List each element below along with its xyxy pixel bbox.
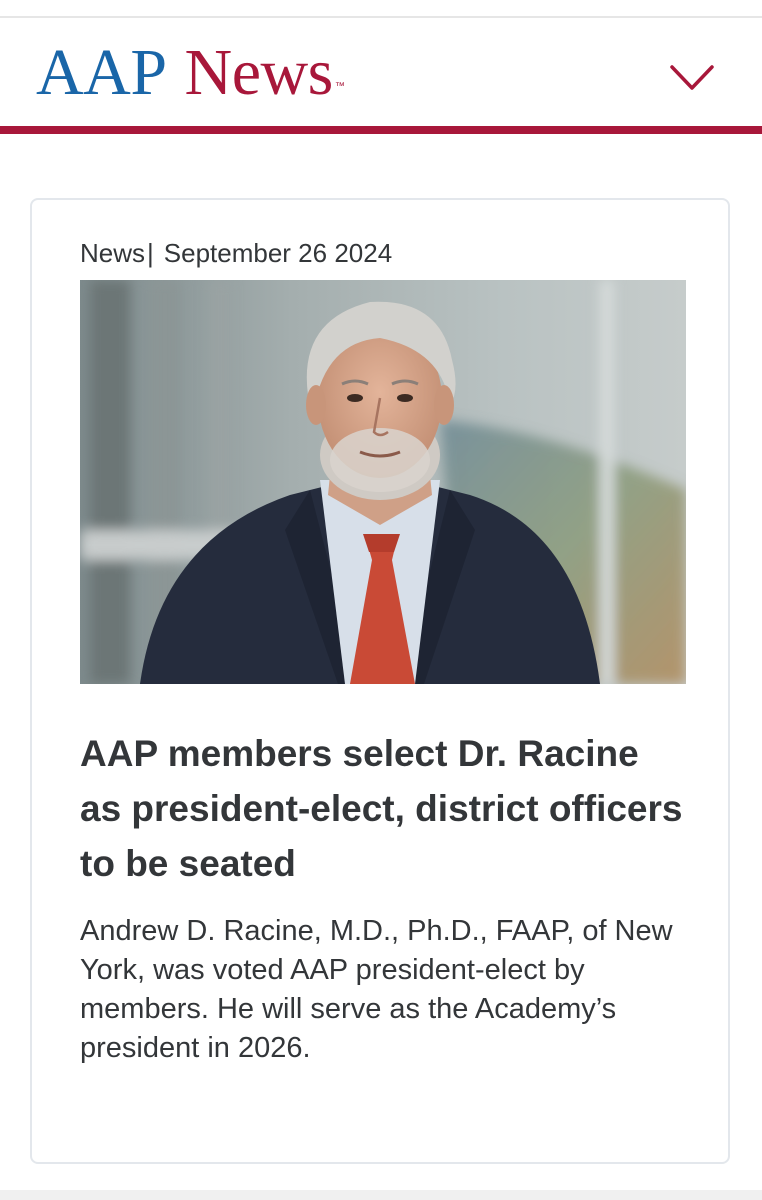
portrait-photo-illustration bbox=[80, 280, 686, 684]
meta-separator: | bbox=[147, 238, 154, 268]
site-header: AAP News ™ bbox=[0, 18, 762, 126]
article-card[interactable]: News| September 26 2024 AAP members sele… bbox=[30, 198, 730, 1164]
article-headline[interactable]: AAP members select Dr. Racine as preside… bbox=[80, 726, 690, 891]
article-summary: Andrew D. Racine, M.D., Ph.D., FAAP, of … bbox=[80, 915, 673, 1064]
logo-aap-text: AAP bbox=[36, 36, 167, 109]
bottom-divider bbox=[0, 1190, 762, 1200]
header-rule bbox=[0, 126, 762, 134]
article-meta: News| September 26 2024 bbox=[80, 238, 392, 269]
chevron-down-icon bbox=[670, 65, 714, 90]
article-category[interactable]: News bbox=[80, 238, 145, 268]
aap-news-logo[interactable]: AAP News ™ bbox=[36, 40, 345, 106]
article-date: September 26 2024 bbox=[163, 238, 393, 268]
article-photo[interactable] bbox=[80, 280, 686, 684]
logo-trademark: ™ bbox=[334, 81, 345, 92]
menu-toggle-button[interactable] bbox=[664, 58, 720, 98]
logo-news-text: News bbox=[184, 36, 334, 109]
